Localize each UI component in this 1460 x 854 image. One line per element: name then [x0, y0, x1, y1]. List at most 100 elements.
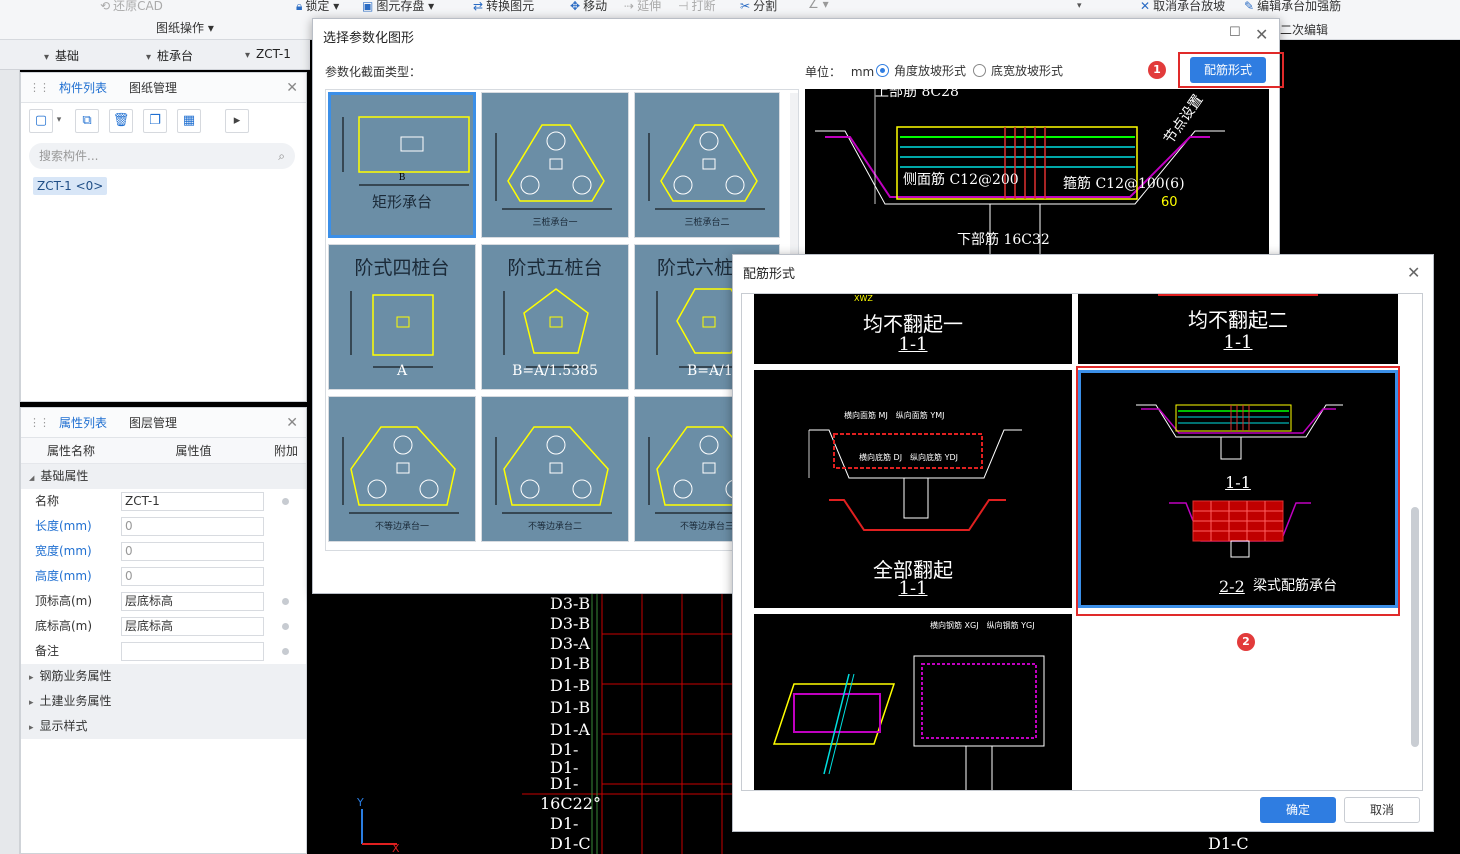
shape-grid: 矩形承台 B 三桩承台一 三桩承台二 阶式四桩台 A 阶式五桩台 B=A/1.5385 阶式六桩… [325, 89, 799, 551]
tab-property-list[interactable]: 属性列表 [59, 414, 119, 431]
property-value-field[interactable]: 层底标高 [121, 617, 264, 636]
grid-axis-label: D1- [550, 774, 579, 793]
shape-thumb[interactable]: 三桩承台一 [481, 92, 629, 238]
col-value-header: 属性值 [175, 444, 212, 458]
option-4-sub2: 2-2 [1219, 577, 1245, 596]
rebar-option-1[interactable]: XWZ 均不翻起一 1-1 [754, 294, 1072, 364]
property-name: 名称 [35, 494, 60, 508]
rebar-option-5[interactable]: 横向钢筋 XGJ 纵向钢筋 YGJ [754, 614, 1072, 790]
property-value-field[interactable]: 层底标高 [121, 592, 264, 611]
edit-cap-rebar-button[interactable]: ✎ 编辑承台加强筋 [1244, 0, 1341, 14]
shape-thumb[interactable]: 不等边承台二 [481, 396, 629, 542]
break-button[interactable]: ⊣ 打断 [678, 0, 715, 14]
ribbon-more-icon[interactable]: ▾ [1077, 1, 1082, 11]
property-value-field[interactable] [121, 642, 264, 661]
copy-component-button[interactable]: ⧉ [75, 109, 99, 133]
left-dock-bar [0, 70, 20, 854]
property-name: 底标高(m) [35, 619, 93, 633]
attach-checkbox[interactable] [282, 623, 289, 630]
component-search-input[interactable]: 搜索构件... ⌕ [29, 143, 295, 169]
angle-dropdown[interactable]: ∠ ▾ [808, 0, 829, 11]
shape-thumb-label: 阶式四桩台 [354, 257, 450, 279]
second-edit-button[interactable]: 二次编辑 [1280, 21, 1328, 38]
tab-layer-manager[interactable]: 图层管理 [129, 414, 189, 431]
property-group[interactable]: 土建业务属性 [21, 689, 306, 714]
options-scrollbar[interactable] [1411, 507, 1419, 747]
new-dropdown-icon[interactable]: ▾ [53, 109, 65, 133]
type-dropdown[interactable]: 桩承台 [146, 47, 193, 64]
cancel-button[interactable]: 取消 [1344, 797, 1420, 823]
property-group[interactable]: 钢筋业务属性 [21, 664, 306, 689]
close-icon[interactable]: ✕ [286, 415, 298, 431]
ok-button[interactable]: 确定 [1260, 797, 1336, 823]
rebar-form-button[interactable]: 配筋形式 [1190, 57, 1266, 83]
drawing-ops-menu[interactable]: 图纸操作 ▾ [156, 19, 214, 36]
extend-button[interactable]: ⇢ 延伸 [624, 0, 661, 14]
attach-checkbox[interactable] [282, 498, 289, 505]
convert-button[interactable]: ⇄ 转换图元 [473, 0, 534, 14]
lock-button[interactable]: 🔒︎ 锁定 ▾ [296, 0, 339, 14]
component-list-panel: ⋮⋮ 构件列表 图纸管理 ✕ ▢ ▾ ⧉ 🗑︎ ❐ ▦ ▸ 搜索构件... ⌕ Z… [20, 72, 307, 402]
option-1-sub: 1-1 [898, 334, 928, 355]
new-component-button[interactable]: ▢ [29, 109, 53, 133]
expand-toolbar-button[interactable]: ▸ [225, 109, 249, 133]
radio-angle-slope[interactable]: 角度放坡形式 [876, 62, 966, 79]
close-icon[interactable]: ✕ [1407, 263, 1420, 282]
option-2-title: 均不翻起二 [1188, 308, 1288, 332]
shape-preview: 上部筋 8C28 侧面筋 C12@200 箍筋 C12@100(6) 下部筋 1… [805, 89, 1269, 259]
grip-icon[interactable]: ⋮⋮ [29, 81, 50, 94]
grid-axis-label: D1-B [550, 676, 591, 695]
property-value-field[interactable]: 0 [121, 517, 264, 536]
shape-thumb[interactable]: 矩形承台 B [328, 92, 476, 238]
property-name: 宽度(mm) [35, 544, 92, 558]
radio-unchecked-icon[interactable] [973, 64, 986, 77]
split-button[interactable]: ✂︎ 分割 [740, 0, 777, 14]
cancel-cap-slope-button[interactable]: ✕ 取消承台放坡 [1140, 0, 1225, 14]
move-button[interactable]: ✥ 移动 [570, 0, 607, 14]
shape-thumb[interactable]: 三桩承台二 [634, 92, 780, 238]
rebar-option-4[interactable]: 1-1 2-2 梁式配筋承台 [1078, 370, 1398, 608]
grid-axis-label: D1-C [550, 834, 591, 853]
property-value-field[interactable]: 0 [121, 542, 264, 561]
import-button[interactable]: ▦ [177, 109, 201, 133]
property-list-panel: ⋮⋮ 属性列表 图层管理 ✕ 属性名称 属性值 附加 基础属性 名称 ZCT-1 长… [20, 407, 307, 854]
property-name: 长度(mm) [35, 519, 92, 533]
preview-bottom-rebar: 下部筋 16C32 [957, 232, 1050, 248]
rebar-option-3[interactable]: 横向面筋 MJ 纵向面筋 YMJ 横向底筋 DJ 纵向底筋 YDJ 全部翻起 1… [754, 370, 1072, 608]
canvas-grid-svg: Y X [356, 594, 732, 854]
radio-checked-icon[interactable] [876, 64, 889, 77]
shape-thumb-label: 阶式五桩台 [507, 257, 603, 279]
group-basic-properties[interactable]: 基础属性 [21, 464, 306, 489]
close-icon[interactable]: ✕ [1255, 25, 1268, 44]
delete-component-button[interactable]: 🗑︎ [109, 109, 133, 133]
maximize-icon[interactable]: ☐ [1229, 25, 1241, 40]
shape-thumb-label: 不等边承台二 [527, 522, 582, 532]
search-icon[interactable]: ⌕ [278, 143, 285, 169]
dialog-title: 配筋形式 [743, 267, 796, 282]
tab-drawing-manager[interactable]: 图纸管理 [129, 79, 189, 96]
attach-checkbox[interactable] [282, 598, 289, 605]
property-value-field[interactable]: ZCT-1 [121, 492, 264, 511]
duplicate-layer-button[interactable]: ❐ [143, 109, 167, 133]
radio-width-slope[interactable]: 底宽放坡形式 [973, 62, 1063, 79]
component-item-zct1[interactable]: ZCT-1 <0> [33, 177, 108, 195]
tab-component-list[interactable]: 构件列表 [59, 79, 119, 96]
property-value-field[interactable]: 0 [121, 567, 264, 586]
option-3-note: 横向面筋 MJ 纵向面筋 YMJ [844, 411, 945, 420]
col-extra-header: 附加 [273, 444, 298, 458]
option-1-title: 均不翻起一 [863, 312, 963, 336]
shape-thumb[interactable]: 阶式四桩台 A [328, 244, 476, 390]
shape-thumb[interactable]: 不等边承台一 [328, 396, 476, 542]
close-icon[interactable]: ✕ [286, 80, 298, 96]
attach-checkbox[interactable] [282, 648, 289, 655]
property-group[interactable]: 显示样式 [21, 714, 306, 739]
item-dropdown[interactable]: ZCT-1 [245, 47, 291, 61]
cad-canvas[interactable]: Y X D3-B D3-B D3-A D1-B D1-B D1-B D1-A D1- D1- D1… [312, 594, 732, 854]
shape-thumb[interactable]: 阶式五桩台 B=A/1.5385 [481, 244, 629, 390]
rebar-option-2[interactable]: 均不翻起二 1-1 [1078, 294, 1398, 364]
grip-icon[interactable]: ⋮⋮ [29, 416, 50, 429]
section-type-label: 参数化截面类型： [325, 65, 422, 79]
restore-cad-button[interactable]: ⟲ 还原CAD [100, 0, 163, 14]
category-dropdown[interactable]: 基础 [44, 47, 79, 64]
element-save-button[interactable]: ▣ 图元存盘 ▾ [362, 0, 434, 14]
